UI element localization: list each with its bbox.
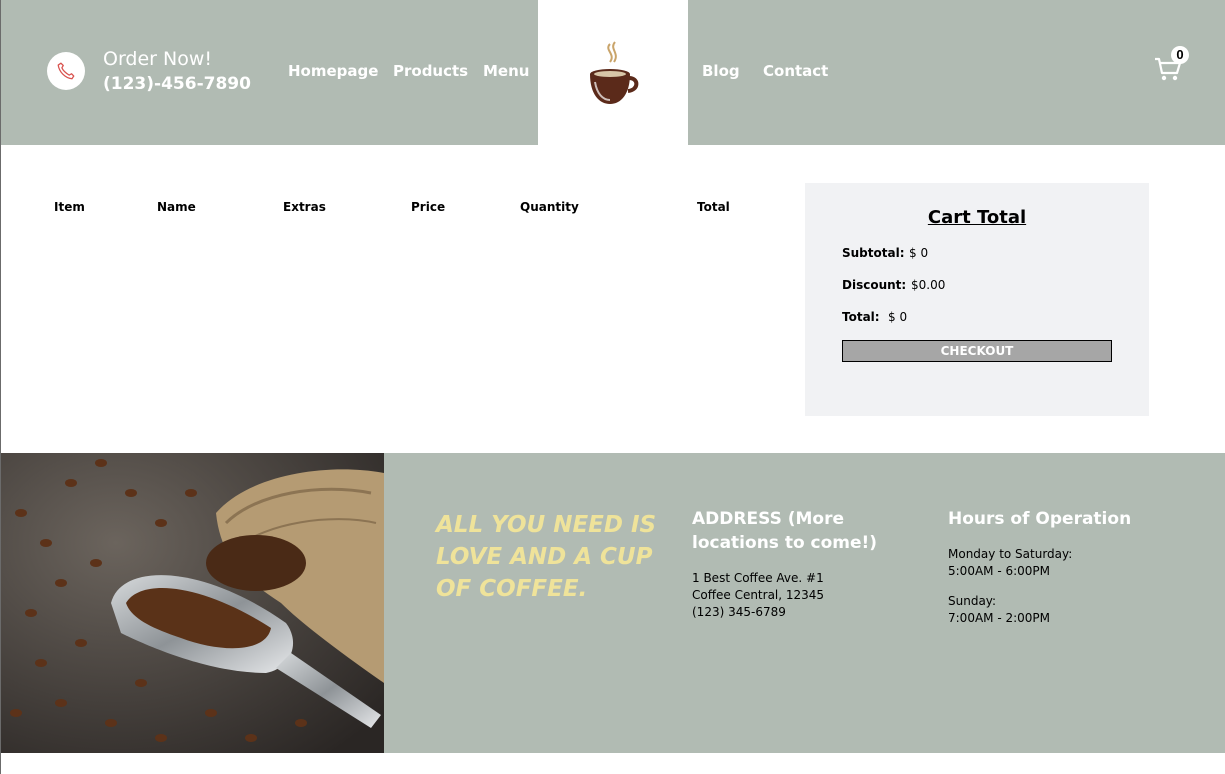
coffee-cup-logo-icon: [590, 40, 639, 104]
col-header-name: Name: [157, 200, 196, 214]
site-footer: ALL YOU NEED IS LOVE AND A CUP OF COFFEE…: [1, 453, 1225, 753]
cart-button[interactable]: 0: [1153, 46, 1193, 84]
cart-total-panel: Cart Total Subtotal: $ 0 Discount: $0.00…: [805, 183, 1149, 416]
order-now-title: Order Now!: [103, 48, 213, 70]
nav-products[interactable]: Products: [393, 62, 468, 80]
subtotal-label: Subtotal:: [842, 246, 905, 260]
subtotal-value: $ 0: [909, 246, 929, 260]
address-line-1: 1 Best Coffee Ave. #1: [692, 571, 824, 585]
col-header-total: Total: [697, 200, 730, 214]
nav-homepage[interactable]: Homepage: [288, 62, 378, 80]
address-title: ADDRESS (More locations to come!): [692, 509, 878, 553]
total-label: Total:: [842, 310, 880, 324]
footer-slogan: ALL YOU NEED IS LOVE AND A CUP OF COFFEE…: [436, 512, 657, 602]
cart-count-badge: 0: [1171, 46, 1189, 64]
phone-icon-button[interactable]: [47, 52, 85, 90]
phone-icon: [57, 62, 75, 80]
address-line-2: Coffee Central, 12345: [692, 588, 825, 602]
weekday-label: Monday to Saturday:: [948, 547, 1073, 561]
order-phone-number[interactable]: (123)-456-7890: [103, 74, 251, 94]
logo[interactable]: [538, 0, 688, 145]
sunday-label: Sunday:: [948, 594, 997, 608]
cart-total-title: Cart Total: [927, 207, 1027, 228]
col-header-price: Price: [411, 200, 446, 214]
checkout-button[interactable]: CHECKOUT: [842, 340, 1112, 362]
weekday-hours: 5:00AM - 6:00PM: [948, 564, 1051, 578]
site-header: Order Now! (123)-456-7890 Homepage Produ…: [1, 0, 1225, 145]
coffee-beans-image: [1, 453, 384, 753]
sunday-hours: 7:00AM - 2:00PM: [948, 611, 1051, 625]
discount-label: Discount:: [842, 278, 907, 292]
discount-value: $0.00: [911, 278, 946, 292]
nav-blog[interactable]: Blog: [702, 62, 740, 80]
col-header-quantity: Quantity: [520, 200, 579, 214]
col-header-item: Item: [54, 200, 85, 214]
nav-menu[interactable]: Menu: [483, 62, 529, 80]
nav-contact[interactable]: Contact: [763, 62, 828, 80]
address-phone: (123) 345-6789: [692, 605, 786, 619]
hours-title: Hours of Operation: [948, 509, 1132, 529]
total-value: $ 0: [888, 310, 908, 324]
col-header-extras: Extras: [283, 200, 326, 214]
